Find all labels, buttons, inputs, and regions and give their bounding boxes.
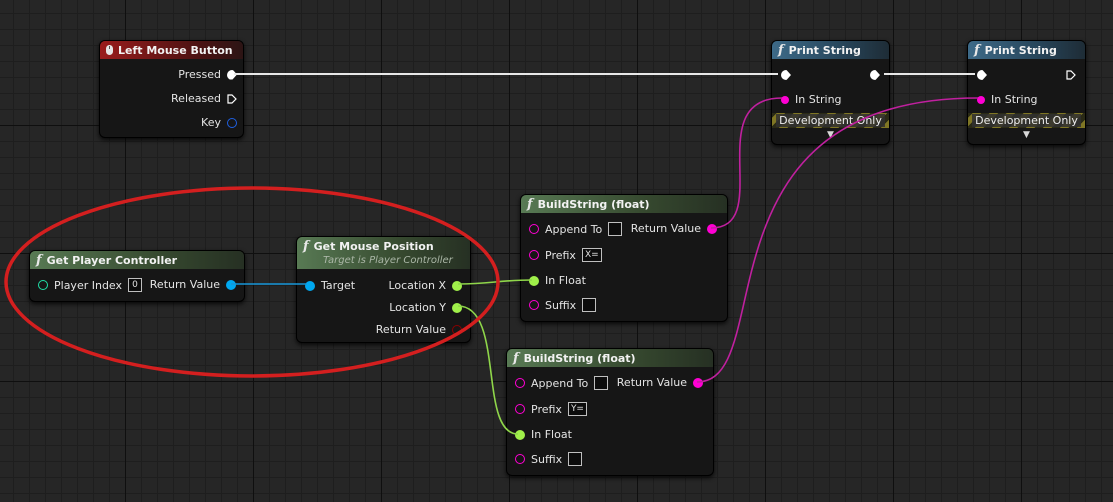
suffix-pin[interactable] xyxy=(515,454,525,464)
append-to-input[interactable] xyxy=(594,376,609,390)
in-float-label: In Float xyxy=(531,428,572,441)
node-title: Left Mouse Button xyxy=(118,43,233,57)
in-string-label: In String xyxy=(795,93,842,106)
node-title: Print String xyxy=(788,43,861,57)
target-label: Target xyxy=(321,279,356,292)
suffix-label: Suffix xyxy=(531,452,563,466)
function-f-icon: f xyxy=(778,42,784,58)
released-exec-pin[interactable] xyxy=(227,93,237,104)
build-string-node-y[interactable]: f BuildString (float) Append To Return V… xyxy=(506,348,714,476)
suffix-input[interactable] xyxy=(568,452,583,466)
prefix-input[interactable]: X= xyxy=(581,248,602,262)
node-header[interactable]: f Get Player Controller xyxy=(30,251,244,269)
location-x-pin[interactable] xyxy=(452,280,462,291)
build-string-node-x[interactable]: f BuildString (float) Append To Return V… xyxy=(520,194,728,322)
in-float-pin[interactable] xyxy=(529,275,539,286)
player-index-input[interactable]: 0 xyxy=(128,278,143,292)
get-mouse-position-node[interactable]: f Get Mouse Position Target is Player Co… xyxy=(296,236,471,343)
append-to-pin[interactable] xyxy=(529,224,539,234)
node-title: Get Mouse Position xyxy=(313,240,434,253)
pressed-label: Pressed xyxy=(178,68,221,81)
exec-in-pin[interactable] xyxy=(781,70,791,80)
function-f-icon: f xyxy=(303,239,309,254)
return-value-label: Return Value xyxy=(616,376,687,389)
print-string-node-2[interactable]: f Print String In String Development Onl… xyxy=(967,40,1086,145)
in-string-label: In String xyxy=(991,93,1038,106)
get-player-controller-node[interactable]: f Get Player Controller Player Index 0 R… xyxy=(29,250,245,302)
node-title: BuildString (float) xyxy=(523,351,636,365)
exec-in-pin[interactable] xyxy=(977,70,987,80)
prefix-pin[interactable] xyxy=(515,404,525,414)
return-value-pin[interactable] xyxy=(226,279,236,290)
return-value-pin[interactable] xyxy=(707,223,717,234)
development-only-label: Development Only xyxy=(972,114,1081,127)
exec-out-pin[interactable] xyxy=(870,70,880,80)
return-value-label: Return Value xyxy=(630,222,701,235)
in-float-pin[interactable] xyxy=(515,429,525,440)
node-header[interactable]: f Print String xyxy=(772,41,889,59)
prefix-pin[interactable] xyxy=(529,250,539,260)
development-only-banner: Development Only xyxy=(968,113,1085,128)
append-to-pin[interactable] xyxy=(515,378,525,388)
left-mouse-button-node[interactable]: Left Mouse Button Pressed Released Key xyxy=(99,40,244,138)
location-y-pin[interactable] xyxy=(452,302,462,313)
location-x-label: Location X xyxy=(388,279,446,292)
exec-out-pin[interactable] xyxy=(1066,70,1076,80)
mouse-icon xyxy=(106,45,113,55)
prefix-label: Prefix xyxy=(545,248,576,262)
prefix-label: Prefix xyxy=(531,402,562,416)
return-value-label: Return Value xyxy=(149,278,220,291)
location-y-label: Location Y xyxy=(389,301,446,314)
suffix-label: Suffix xyxy=(545,298,577,312)
pressed-exec-pin[interactable] xyxy=(227,69,237,80)
node-header[interactable]: f Print String xyxy=(968,41,1085,59)
key-pin[interactable] xyxy=(227,117,237,128)
key-label: Key xyxy=(201,116,221,129)
released-label: Released xyxy=(171,92,221,105)
append-to-label: Append To xyxy=(531,376,589,390)
in-float-label: In Float xyxy=(545,274,586,287)
prefix-input[interactable]: Y= xyxy=(567,402,587,416)
node-subtitle: Target is Player Controller xyxy=(323,255,453,266)
suffix-input[interactable] xyxy=(582,298,597,312)
player-index-label: Player Index xyxy=(54,278,123,292)
player-index-pin[interactable] xyxy=(38,280,48,290)
node-header[interactable]: Left Mouse Button xyxy=(100,41,243,59)
development-only-banner: Development Only xyxy=(772,113,889,128)
node-title: BuildString (float) xyxy=(537,197,650,211)
development-only-label: Development Only xyxy=(776,114,885,127)
append-to-label: Append To xyxy=(545,222,603,236)
in-string-pin[interactable] xyxy=(781,95,789,104)
function-f-icon: f xyxy=(974,42,980,58)
target-pin[interactable] xyxy=(305,280,315,291)
suffix-pin[interactable] xyxy=(529,300,539,310)
node-header[interactable]: f BuildString (float) xyxy=(521,195,727,213)
function-f-icon: f xyxy=(513,350,519,366)
node-title: Print String xyxy=(984,43,1057,57)
chevron-down-icon[interactable]: ▼ xyxy=(772,129,889,141)
return-value-label: Return Value xyxy=(375,323,446,336)
node-header[interactable]: f BuildString (float) xyxy=(507,349,713,367)
append-to-input[interactable] xyxy=(608,222,623,236)
chevron-down-icon[interactable]: ▼ xyxy=(968,129,1085,141)
in-string-pin[interactable] xyxy=(977,95,985,104)
function-f-icon: f xyxy=(527,196,533,212)
function-f-icon: f xyxy=(36,252,42,268)
node-header[interactable]: f Get Mouse Position Target is Player Co… xyxy=(297,237,470,269)
return-value-pin[interactable] xyxy=(693,377,703,388)
print-string-node-1[interactable]: f Print String In String Development Onl… xyxy=(771,40,890,145)
node-title: Get Player Controller xyxy=(46,253,178,267)
return-value-pin[interactable] xyxy=(452,324,462,335)
